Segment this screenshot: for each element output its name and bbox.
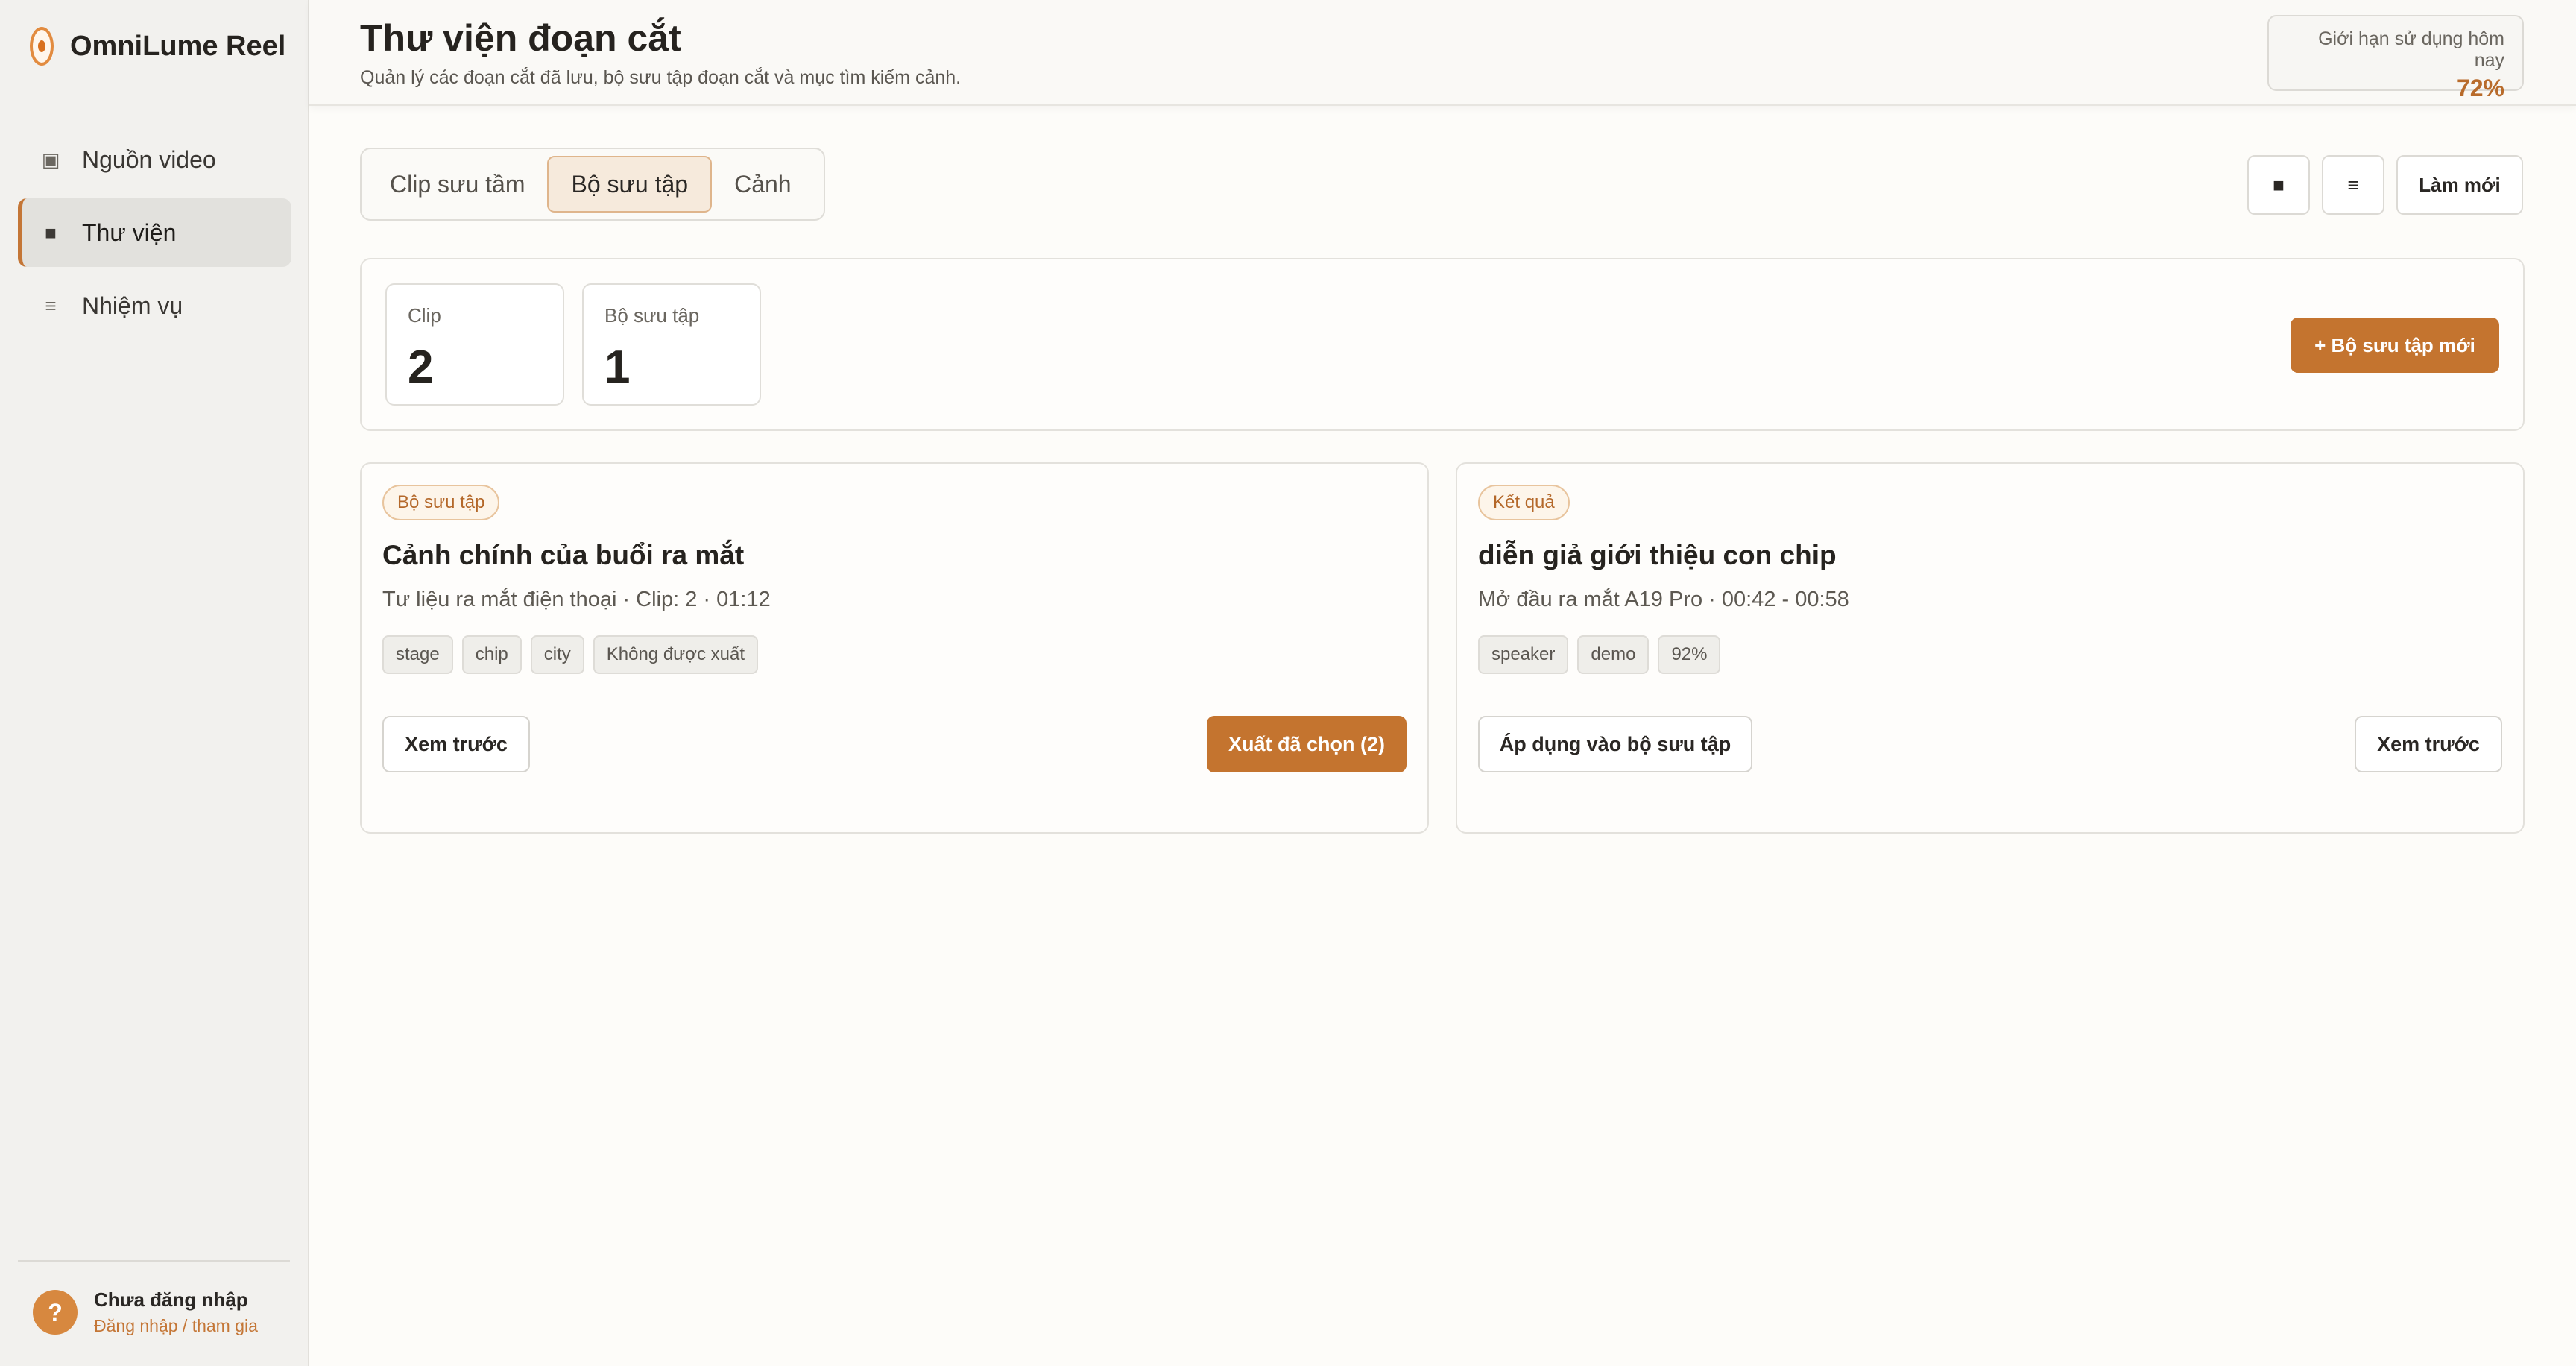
- tasks-icon: ≡: [45, 294, 57, 317]
- stat-collections: Bộ sưu tập 1: [582, 283, 761, 406]
- tag: stage: [382, 635, 453, 674]
- video-source-icon: ▣: [41, 148, 60, 171]
- list-view-button[interactable]: ≡: [2322, 155, 2384, 215]
- topbar: Thư viện đoạn cắt Quản lý các đoạn cắt đ…: [309, 0, 2576, 106]
- usage-label: Giới hạn sử dụng hôm nay: [2318, 28, 2504, 71]
- library-tabs: Clip sưu tầm Bộ sưu tập Cảnh: [360, 148, 825, 221]
- stat-clips-value: 2: [408, 342, 434, 393]
- user-panel[interactable]: ? Chưa đăng nhập Đăng nhập / tham gia: [18, 1260, 290, 1336]
- new-collection-button[interactable]: + Bộ sưu tập mới: [2291, 318, 2499, 373]
- tag: chip: [461, 635, 522, 674]
- apply-to-collection-button[interactable]: Áp dụng vào bộ sưu tập: [1478, 716, 1752, 772]
- usage-value: 72%: [2456, 75, 2504, 101]
- card-meta: Mở đầu ra mắt A19 Pro · 00:42 - 00:58: [1478, 588, 1849, 611]
- sidebar-nav: ▣ Nguồn video ■ Thư viện ≡ Nhiệm vụ: [18, 125, 291, 344]
- export-selected-button[interactable]: Xuất đã chọn (2): [1207, 716, 1407, 772]
- sidebar-item-label: Nhiệm vụ: [82, 292, 183, 319]
- stat-collections-value: 1: [604, 342, 631, 393]
- list-view-icon: ≡: [2347, 173, 2359, 196]
- preview-button[interactable]: Xem trước: [2355, 716, 2502, 772]
- brand-logo-icon: [30, 27, 54, 66]
- sidebar-item-tasks[interactable]: ≡ Nhiệm vụ: [18, 271, 291, 340]
- result-card[interactable]: Kết quả diễn giả giới thiệu con chip Mở …: [1456, 462, 2525, 834]
- usage-limit-box: Giới hạn sử dụng hôm nay 72%: [2267, 15, 2524, 101]
- tag: speaker: [1478, 635, 1569, 674]
- sidebar-item-label: Thư viện: [82, 218, 177, 246]
- grid-view-button[interactable]: ■: [2247, 155, 2310, 215]
- tag: Không được xuất: [593, 635, 758, 674]
- stat-collections-label: Bộ sưu tập: [604, 304, 700, 327]
- main-content: Thư viện đoạn cắt Quản lý các đoạn cắt đ…: [309, 0, 2576, 1366]
- stat-clips-label: Clip: [408, 304, 441, 327]
- card-title: diễn giả giới thiệu con chip: [1478, 540, 1837, 570]
- user-info: Chưa đăng nhập Đăng nhập / tham gia: [94, 1288, 258, 1336]
- refresh-button[interactable]: Làm mới: [2396, 155, 2523, 215]
- brand[interactable]: OmniLume Reel: [30, 27, 285, 66]
- stats-panel: Clip 2 Bộ sưu tập 1 + Bộ sưu tập mới: [360, 258, 2525, 431]
- tab-collections[interactable]: Bộ sưu tập: [547, 156, 713, 213]
- grid-view-icon: ■: [2273, 173, 2285, 196]
- preview-button[interactable]: Xem trước: [382, 716, 530, 772]
- login-link[interactable]: Đăng nhập / tham gia: [94, 1316, 258, 1336]
- card-tags: stage chip city Không được xuất: [382, 635, 767, 674]
- tag: demo: [1577, 635, 1650, 674]
- card-meta: Tư liệu ra mắt điện thoại · Clip: 2 · 01…: [382, 588, 771, 611]
- sidebar: OmniLume Reel ▣ Nguồn video ■ Thư viện ≡…: [0, 0, 309, 1366]
- page-title: Thư viện đoạn cắt: [360, 17, 681, 59]
- tab-saved-clips[interactable]: Clip sưu tầm: [367, 156, 547, 213]
- stat-clips: Clip 2: [385, 283, 564, 406]
- sidebar-item-video-source[interactable]: ▣ Nguồn video: [18, 125, 291, 194]
- library-icon: ■: [45, 221, 57, 244]
- brand-name: OmniLume Reel: [70, 30, 286, 62]
- tag: 92%: [1658, 635, 1721, 674]
- card-badge: Bộ sưu tập: [382, 485, 500, 520]
- card-title: Cảnh chính của buổi ra mắt: [382, 540, 745, 570]
- avatar[interactable]: ?: [33, 1290, 78, 1335]
- app-root: OmniLume Reel ▣ Nguồn video ■ Thư viện ≡…: [0, 0, 2576, 1366]
- sidebar-item-library[interactable]: ■ Thư viện: [18, 198, 291, 267]
- user-name: Chưa đăng nhập: [94, 1288, 248, 1311]
- tab-scenes[interactable]: Cảnh: [712, 156, 814, 213]
- card-badge: Kết quả: [1478, 485, 1570, 520]
- card-tags: speaker demo 92%: [1478, 635, 1729, 674]
- collection-card[interactable]: Bộ sưu tập Cảnh chính của buổi ra mắt Tư…: [360, 462, 1429, 834]
- sidebar-item-label: Nguồn video: [82, 145, 216, 173]
- tag: city: [530, 635, 584, 674]
- page-subtitle: Quản lý các đoạn cắt đã lưu, bộ sưu tập …: [360, 67, 962, 88]
